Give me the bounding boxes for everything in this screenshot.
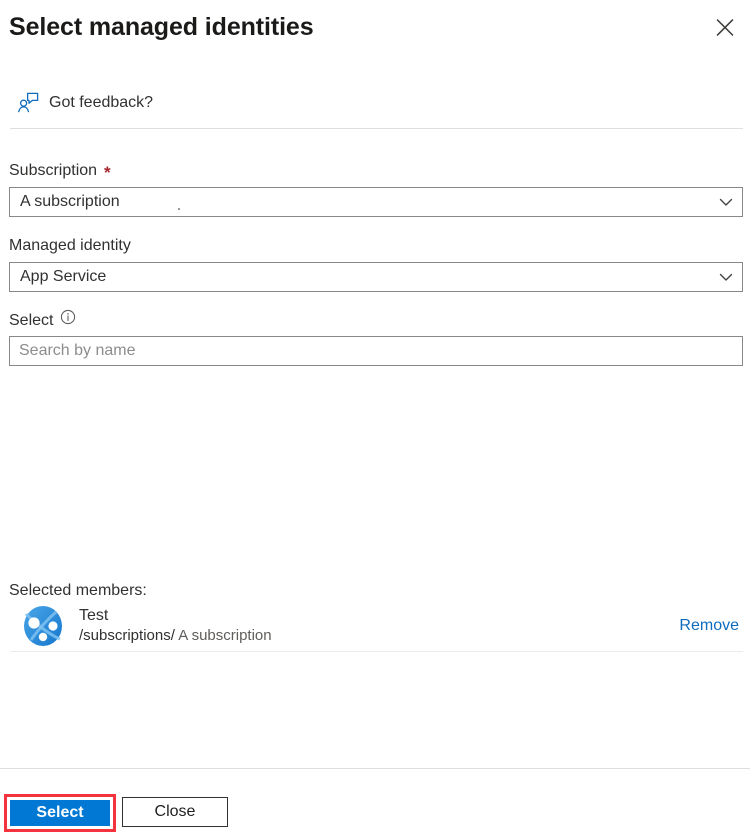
managed-identity-dropdown[interactable]: App Service [9, 262, 743, 292]
stray-artifact-dot [178, 208, 180, 210]
close-icon [715, 18, 735, 38]
got-feedback-button[interactable]: Got feedback? [17, 92, 153, 114]
header-divider [10, 128, 743, 129]
managed-identity-label: Managed identity [9, 235, 131, 257]
member-divider [10, 651, 743, 652]
info-icon[interactable] [60, 309, 76, 332]
member-subscription: A subscription [178, 627, 272, 644]
managed-identity-label-text: Managed identity [9, 237, 131, 254]
chevron-down-icon [710, 194, 742, 210]
chevron-down-icon [710, 269, 742, 285]
managed-identity-value: App Service [20, 268, 107, 285]
subscription-label-text: Subscription [9, 162, 98, 179]
member-subtitle: /subscriptions/ A subscription [79, 626, 272, 646]
subscription-label: Subscription * [9, 160, 111, 182]
select-label: Select [9, 309, 76, 332]
member-path: /subscriptions/ [79, 627, 175, 644]
select-button[interactable]: Select [10, 800, 110, 826]
select-button-highlight: Select [4, 794, 116, 832]
select-label-text: Select [9, 311, 54, 329]
selected-members-heading: Selected members: [9, 582, 147, 599]
footer: Select Close [0, 769, 750, 835]
member-name: Test [79, 607, 109, 624]
got-feedback-label: Got feedback? [49, 94, 154, 111]
search-input[interactable] [9, 336, 743, 366]
required-asterisk: * [104, 162, 111, 182]
remove-member-link[interactable]: Remove [679, 615, 739, 637]
subscription-value: A subscription [20, 193, 120, 210]
close-button[interactable] [706, 9, 744, 47]
close-button-footer[interactable]: Close [122, 797, 228, 827]
panel-header: Select managed identities Got feedback? [0, 0, 750, 129]
member-text: Test /subscriptions/ A subscription [79, 606, 272, 646]
subscription-dropdown[interactable]: A subscription [9, 187, 743, 217]
feedback-person-icon [17, 92, 39, 114]
list-item[interactable]: Test /subscriptions/ A subscription Remo… [9, 603, 743, 649]
app-service-icon [22, 605, 64, 647]
page-title: Select managed identities [9, 13, 314, 41]
